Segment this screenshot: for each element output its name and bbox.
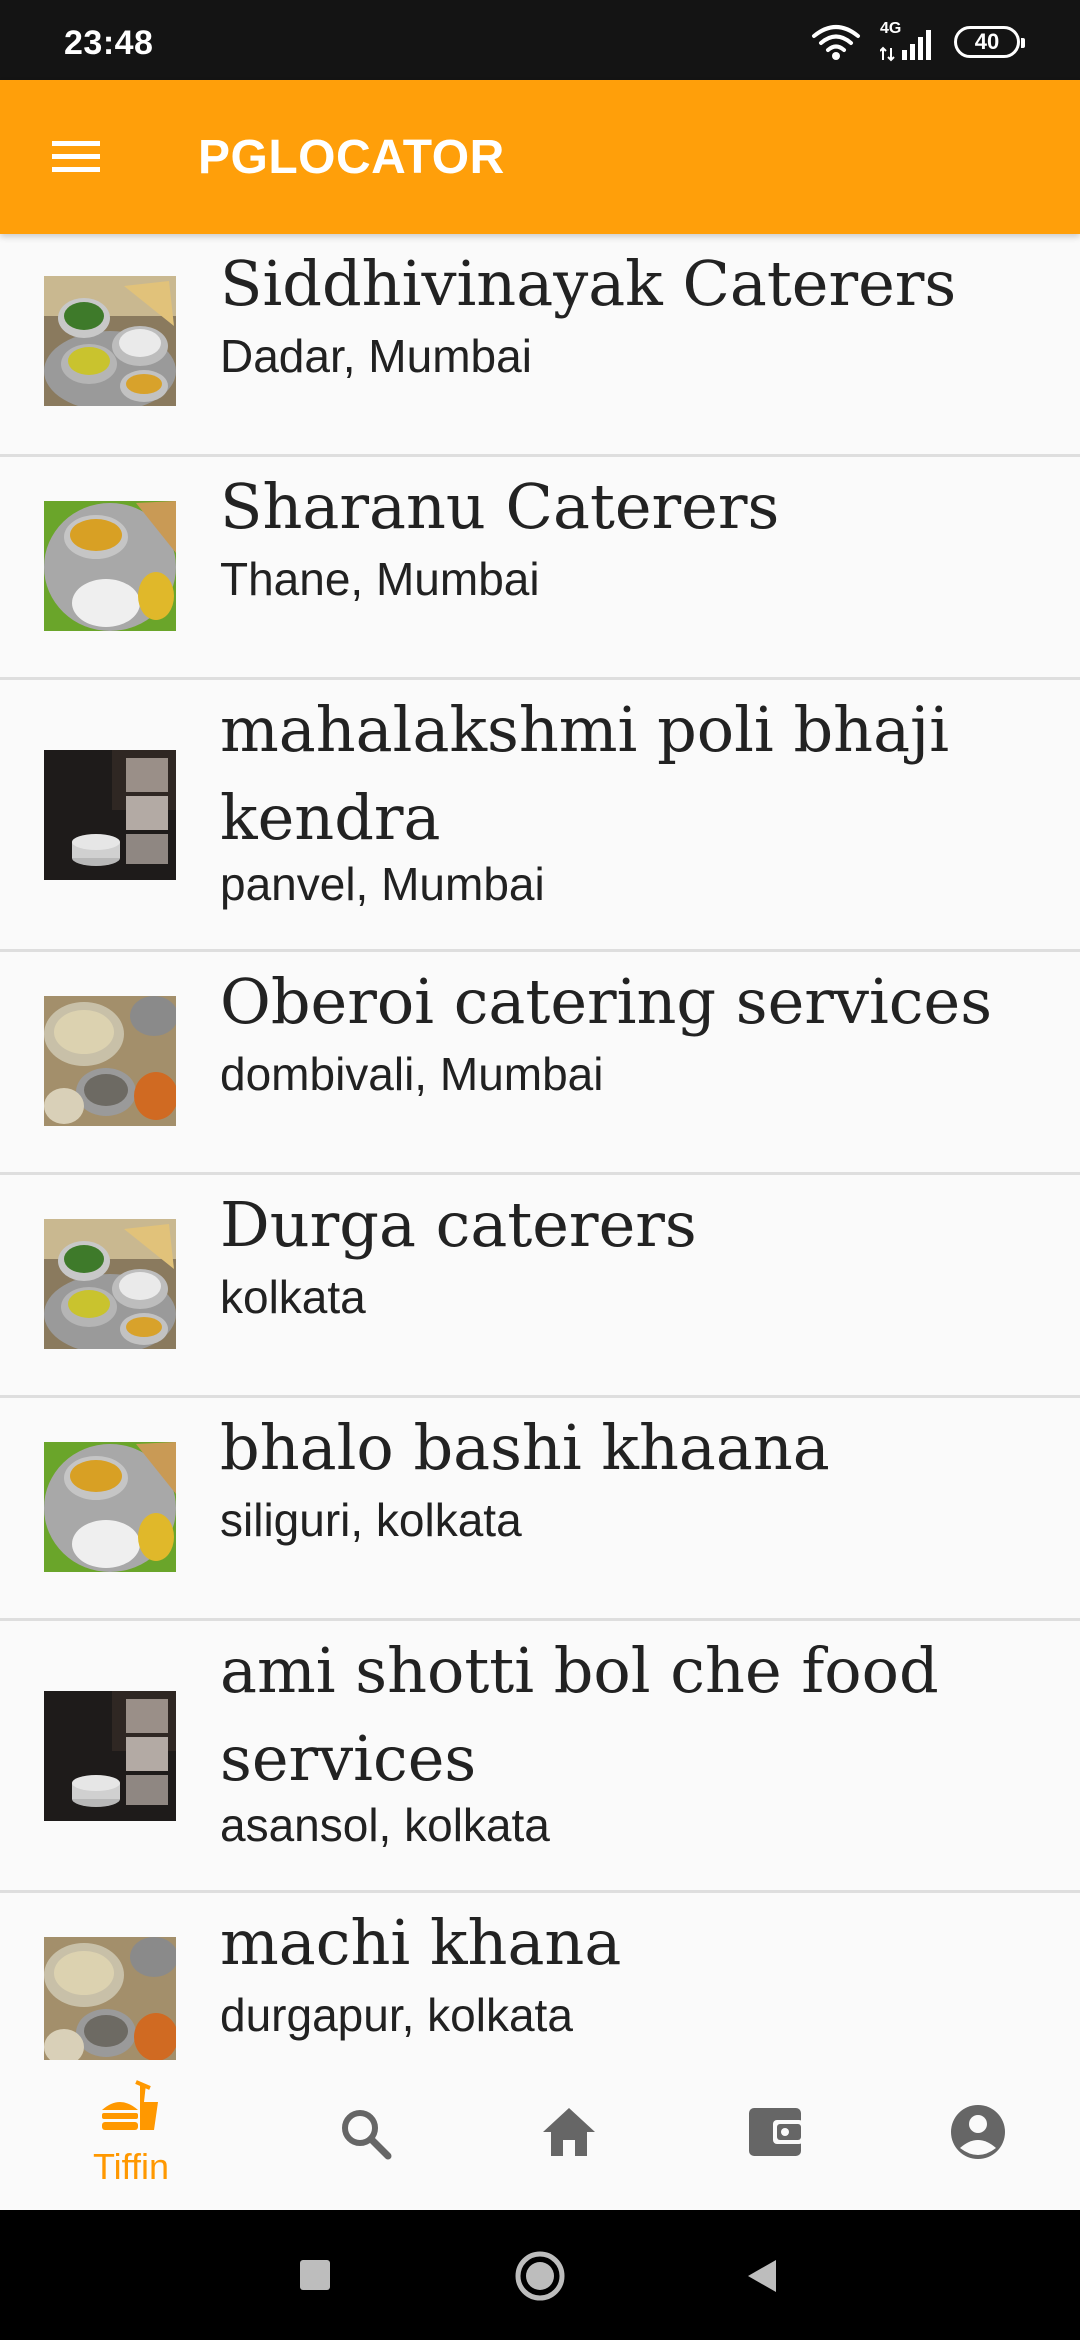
wallet-icon bbox=[749, 2108, 803, 2156]
caterer-location: siliguri, kolkata bbox=[220, 1494, 522, 1546]
list-item[interactable]: machi khana durgapur, kolkata bbox=[0, 1893, 1080, 2060]
app-bar: PGLOCATOR bbox=[0, 80, 1080, 234]
caterer-name: mahalakshmi poli bhaji kendra bbox=[220, 693, 950, 854]
bowls-curry-thumbnail bbox=[44, 1937, 176, 2060]
caterer-location: panvel, Mumbai bbox=[220, 858, 545, 910]
status-time: 23:48 bbox=[64, 24, 154, 62]
hamburger-menu-icon[interactable] bbox=[44, 133, 108, 181]
signal-icon: 4G bbox=[880, 20, 936, 62]
status-icons: 4G 40 bbox=[810, 20, 1025, 64]
caterer-name: Oberoi catering services bbox=[220, 965, 993, 1038]
caterer-location: dombivali, Mumbai bbox=[220, 1048, 604, 1100]
list-item[interactable]: Sharanu Caterers Thane, Mumbai bbox=[0, 457, 1080, 680]
nav-tiffin[interactable]: Tiffin bbox=[66, 2060, 196, 2210]
list-item[interactable]: bhalo bashi khaana siliguri, kolkata bbox=[0, 1398, 1080, 1621]
dal-rice-plate-thumbnail bbox=[44, 501, 176, 631]
screen: 23:48 4G 40 PGLOCATOR Siddhivinayak Cate… bbox=[0, 0, 1080, 2340]
caterer-name: Durga caterers bbox=[220, 1188, 697, 1261]
list-item[interactable]: Siddhivinayak Caterers Dadar, Mumbai bbox=[0, 234, 1080, 457]
caterer-location: kolkata bbox=[220, 1271, 366, 1323]
dal-rice-plate-thumbnail bbox=[44, 1442, 176, 1572]
nav-tiffin-label: Tiffin bbox=[92, 2146, 170, 2187]
thali-plate-thumbnail bbox=[44, 1219, 176, 1349]
list-item[interactable]: mahalakshmi poli bhaji kendra panvel, Mu… bbox=[0, 680, 1080, 952]
caterer-name: machi khana bbox=[220, 1906, 622, 1979]
bottom-navigation: Tiffin bbox=[0, 2060, 1080, 2210]
caterer-location: durgapur, kolkata bbox=[220, 1989, 573, 2041]
caterer-location: Thane, Mumbai bbox=[220, 553, 540, 605]
nav-wallet[interactable] bbox=[710, 2060, 840, 2210]
nav-home[interactable] bbox=[504, 2060, 634, 2210]
battery-icon: 40 bbox=[954, 26, 1025, 58]
caterer-location: Dadar, Mumbai bbox=[220, 330, 532, 382]
back-button[interactable] bbox=[740, 2254, 784, 2298]
search-icon bbox=[342, 2110, 392, 2160]
system-navigation-bar bbox=[0, 2210, 1080, 2340]
tiffin-burger-icon bbox=[102, 2080, 158, 2130]
home-icon bbox=[543, 2108, 595, 2156]
steel-tiffin-thumbnail bbox=[44, 750, 176, 880]
nav-search[interactable] bbox=[301, 2060, 431, 2210]
recents-button[interactable] bbox=[296, 2256, 336, 2296]
status-bar: 23:48 4G 40 bbox=[0, 0, 1080, 80]
bowls-curry-thumbnail bbox=[44, 996, 176, 1126]
list-item[interactable]: Durga caterers kolkata bbox=[0, 1175, 1080, 1398]
account-circle-icon bbox=[951, 2105, 1005, 2159]
caterer-name: ami shotti bol che food services bbox=[220, 1634, 939, 1795]
nav-account[interactable] bbox=[913, 2060, 1043, 2210]
caterer-list[interactable]: Siddhivinayak Caterers Dadar, Mumbai Sha… bbox=[0, 234, 1080, 2060]
thali-plate-thumbnail bbox=[44, 276, 176, 406]
caterer-name: Sharanu Caterers bbox=[220, 470, 780, 543]
steel-tiffin-thumbnail bbox=[44, 1691, 176, 1821]
app-title: PGLOCATOR bbox=[198, 131, 505, 184]
wifi-icon bbox=[812, 25, 860, 60]
home-button[interactable] bbox=[512, 2248, 568, 2304]
caterer-location: asansol, kolkata bbox=[220, 1799, 550, 1851]
list-item[interactable]: Oberoi catering services dombivali, Mumb… bbox=[0, 952, 1080, 1175]
list-item[interactable]: ami shotti bol che food services asansol… bbox=[0, 1621, 1080, 1893]
caterer-name: Siddhivinayak Caterers bbox=[220, 247, 957, 320]
caterer-name: bhalo bashi khaana bbox=[220, 1411, 830, 1484]
battery-level: 40 bbox=[974, 29, 1000, 54]
